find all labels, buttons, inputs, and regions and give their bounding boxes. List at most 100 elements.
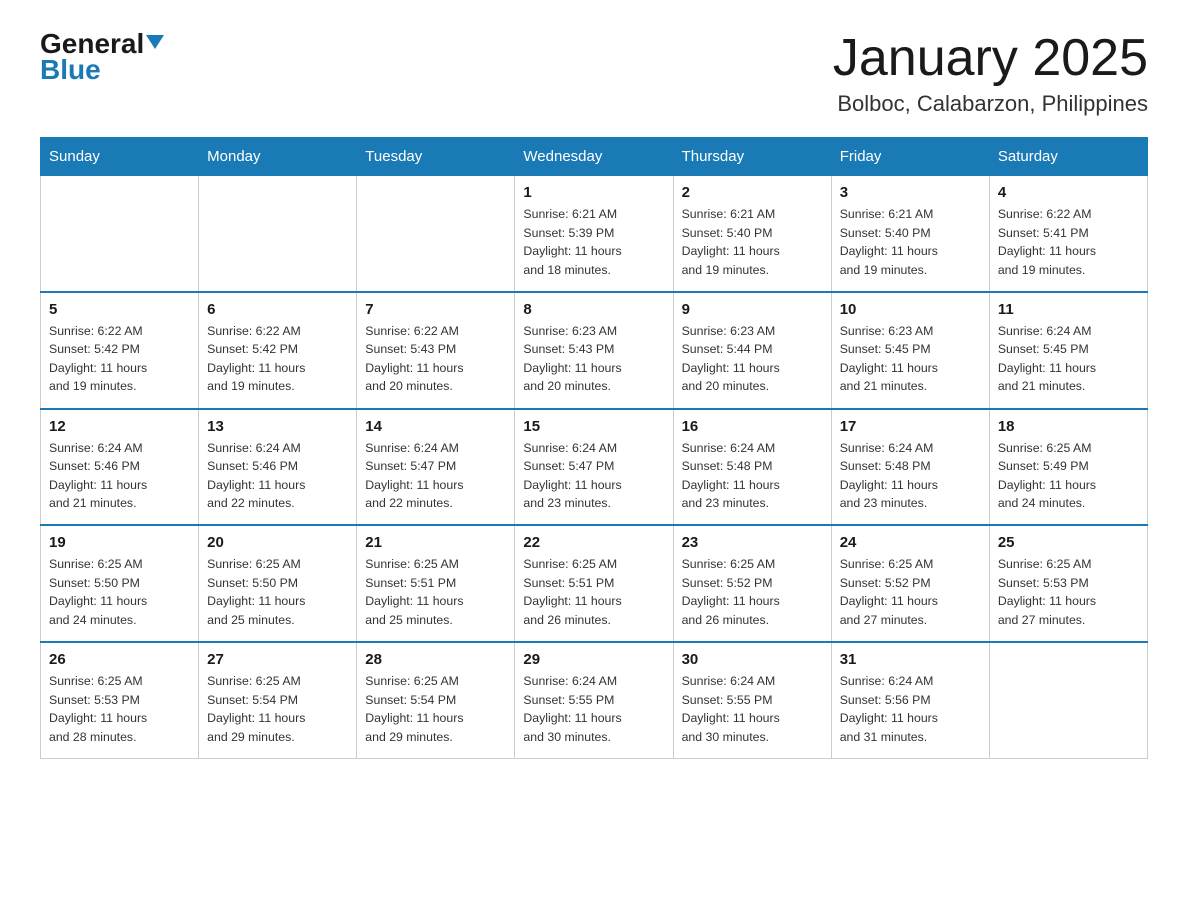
day-number: 15 <box>523 418 664 435</box>
day-number: 1 <box>523 184 664 201</box>
day-number: 29 <box>523 651 664 668</box>
day-info: Sunrise: 6:23 AMSunset: 5:43 PMDaylight:… <box>523 322 664 396</box>
calendar-week-row: 26Sunrise: 6:25 AMSunset: 5:53 PMDayligh… <box>41 642 1148 758</box>
day-info: Sunrise: 6:23 AMSunset: 5:45 PMDaylight:… <box>840 322 981 396</box>
calendar-table: SundayMondayTuesdayWednesdayThursdayFrid… <box>40 137 1148 759</box>
day-info: Sunrise: 6:25 AMSunset: 5:54 PMDaylight:… <box>207 672 348 746</box>
day-number: 14 <box>365 418 506 435</box>
day-number: 28 <box>365 651 506 668</box>
day-info: Sunrise: 6:22 AMSunset: 5:43 PMDaylight:… <box>365 322 506 396</box>
calendar-day-cell: 31 Sunrise: 6:24 AMSunset: 5:56 PMDayligh… <box>831 642 989 758</box>
calendar-day-cell: 27 Sunrise: 6:25 AMSunset: 5:54 PMDayligh… <box>199 642 357 758</box>
day-info: Sunrise: 6:23 AMSunset: 5:44 PMDaylight:… <box>682 322 823 396</box>
calendar-day-cell: 10 Sunrise: 6:23 AMSunset: 5:45 PMDayligh… <box>831 292 989 409</box>
day-number: 18 <box>998 418 1139 435</box>
calendar-day-cell: 7 Sunrise: 6:22 AMSunset: 5:43 PMDaylight… <box>357 292 515 409</box>
column-header-friday: Friday <box>831 138 989 176</box>
day-info: Sunrise: 6:25 AMSunset: 5:51 PMDaylight:… <box>523 555 664 629</box>
calendar-day-cell <box>989 642 1147 758</box>
calendar-day-cell: 29 Sunrise: 6:24 AMSunset: 5:55 PMDayligh… <box>515 642 673 758</box>
day-info: Sunrise: 6:25 AMSunset: 5:53 PMDaylight:… <box>998 555 1139 629</box>
day-info: Sunrise: 6:22 AMSunset: 5:41 PMDaylight:… <box>998 205 1139 279</box>
calendar-day-cell <box>41 176 199 292</box>
column-header-sunday: Sunday <box>41 138 199 176</box>
day-number: 12 <box>49 418 190 435</box>
calendar-day-cell: 13 Sunrise: 6:24 AMSunset: 5:46 PMDayligh… <box>199 409 357 526</box>
day-info: Sunrise: 6:22 AMSunset: 5:42 PMDaylight:… <box>49 322 190 396</box>
day-number: 7 <box>365 301 506 318</box>
day-number: 22 <box>523 534 664 551</box>
calendar-day-cell: 26Sunrise: 6:25 AMSunset: 5:53 PMDayligh… <box>41 642 199 758</box>
day-info: Sunrise: 6:24 AMSunset: 5:55 PMDaylight:… <box>523 672 664 746</box>
day-number: 20 <box>207 534 348 551</box>
day-number: 31 <box>840 651 981 668</box>
calendar-week-row: 5Sunrise: 6:22 AMSunset: 5:42 PMDaylight… <box>41 292 1148 409</box>
calendar-day-cell: 2Sunrise: 6:21 AMSunset: 5:40 PMDaylight… <box>673 176 831 292</box>
day-info: Sunrise: 6:21 AMSunset: 5:40 PMDaylight:… <box>840 205 981 279</box>
calendar-day-cell: 5Sunrise: 6:22 AMSunset: 5:42 PMDaylight… <box>41 292 199 409</box>
column-header-saturday: Saturday <box>989 138 1147 176</box>
calendar-day-cell: 24 Sunrise: 6:25 AMSunset: 5:52 PMDayligh… <box>831 525 989 642</box>
day-info: Sunrise: 6:24 AMSunset: 5:55 PMDaylight:… <box>682 672 823 746</box>
calendar-day-cell: 3 Sunrise: 6:21 AMSunset: 5:40 PMDaylight… <box>831 176 989 292</box>
calendar-day-cell: 17Sunrise: 6:24 AMSunset: 5:48 PMDayligh… <box>831 409 989 526</box>
day-info: Sunrise: 6:21 AMSunset: 5:40 PMDaylight:… <box>682 205 823 279</box>
day-number: 24 <box>840 534 981 551</box>
day-number: 21 <box>365 534 506 551</box>
day-number: 19 <box>49 534 190 551</box>
day-number: 11 <box>998 301 1139 318</box>
calendar-day-cell: 9Sunrise: 6:23 AMSunset: 5:44 PMDaylight… <box>673 292 831 409</box>
day-number: 30 <box>682 651 823 668</box>
calendar-day-cell <box>199 176 357 292</box>
day-info: Sunrise: 6:25 AMSunset: 5:50 PMDaylight:… <box>49 555 190 629</box>
month-title: January 2025 <box>833 30 1148 87</box>
day-info: Sunrise: 6:25 AMSunset: 5:50 PMDaylight:… <box>207 555 348 629</box>
day-number: 17 <box>840 418 981 435</box>
day-number: 25 <box>998 534 1139 551</box>
calendar-day-cell: 20 Sunrise: 6:25 AMSunset: 5:50 PMDayligh… <box>199 525 357 642</box>
calendar-day-cell <box>357 176 515 292</box>
calendar-day-cell: 25 Sunrise: 6:25 AMSunset: 5:53 PMDayligh… <box>989 525 1147 642</box>
day-info: Sunrise: 6:21 AMSunset: 5:39 PMDaylight:… <box>523 205 664 279</box>
calendar-week-row: 1 Sunrise: 6:21 AMSunset: 5:39 PMDaylight… <box>41 176 1148 292</box>
column-header-wednesday: Wednesday <box>515 138 673 176</box>
calendar-day-cell: 11 Sunrise: 6:24 AMSunset: 5:45 PMDayligh… <box>989 292 1147 409</box>
day-number: 10 <box>840 301 981 318</box>
calendar-day-cell: 28 Sunrise: 6:25 AMSunset: 5:54 PMDayligh… <box>357 642 515 758</box>
day-number: 4 <box>998 184 1139 201</box>
day-info: Sunrise: 6:25 AMSunset: 5:52 PMDaylight:… <box>840 555 981 629</box>
calendar-week-row: 19 Sunrise: 6:25 AMSunset: 5:50 PMDayligh… <box>41 525 1148 642</box>
calendar-header-row: SundayMondayTuesdayWednesdayThursdayFrid… <box>41 138 1148 176</box>
day-number: 27 <box>207 651 348 668</box>
day-info: Sunrise: 6:24 AMSunset: 5:46 PMDaylight:… <box>49 439 190 513</box>
calendar-day-cell: 12 Sunrise: 6:24 AMSunset: 5:46 PMDayligh… <box>41 409 199 526</box>
day-info: Sunrise: 6:24 AMSunset: 5:45 PMDaylight:… <box>998 322 1139 396</box>
day-info: Sunrise: 6:25 AMSunset: 5:49 PMDaylight:… <box>998 439 1139 513</box>
day-info: Sunrise: 6:24 AMSunset: 5:46 PMDaylight:… <box>207 439 348 513</box>
day-number: 26 <box>49 651 190 668</box>
page-header: General Blue January 2025 Bolboc, Calaba… <box>40 30 1148 117</box>
day-info: Sunrise: 6:25 AMSunset: 5:52 PMDaylight:… <box>682 555 823 629</box>
day-number: 13 <box>207 418 348 435</box>
calendar-day-cell: 30 Sunrise: 6:24 AMSunset: 5:55 PMDayligh… <box>673 642 831 758</box>
day-info: Sunrise: 6:25 AMSunset: 5:54 PMDaylight:… <box>365 672 506 746</box>
column-header-tuesday: Tuesday <box>357 138 515 176</box>
day-number: 16 <box>682 418 823 435</box>
calendar-day-cell: 15 Sunrise: 6:24 AMSunset: 5:47 PMDayligh… <box>515 409 673 526</box>
calendar-day-cell: 4 Sunrise: 6:22 AMSunset: 5:41 PMDaylight… <box>989 176 1147 292</box>
day-info: Sunrise: 6:24 AMSunset: 5:48 PMDaylight:… <box>682 439 823 513</box>
logo-blue-text: Blue <box>40 54 101 86</box>
day-info: Sunrise: 6:24 AMSunset: 5:56 PMDaylight:… <box>840 672 981 746</box>
column-header-thursday: Thursday <box>673 138 831 176</box>
day-number: 3 <box>840 184 981 201</box>
calendar-day-cell: 18 Sunrise: 6:25 AMSunset: 5:49 PMDayligh… <box>989 409 1147 526</box>
location-title: Bolboc, Calabarzon, Philippines <box>833 91 1148 117</box>
calendar-day-cell: 14 Sunrise: 6:24 AMSunset: 5:47 PMDayligh… <box>357 409 515 526</box>
calendar-day-cell: 22 Sunrise: 6:25 AMSunset: 5:51 PMDayligh… <box>515 525 673 642</box>
day-info: Sunrise: 6:24 AMSunset: 5:47 PMDaylight:… <box>365 439 506 513</box>
calendar-day-cell: 8Sunrise: 6:23 AMSunset: 5:43 PMDaylight… <box>515 292 673 409</box>
calendar-day-cell: 19 Sunrise: 6:25 AMSunset: 5:50 PMDayligh… <box>41 525 199 642</box>
day-info: Sunrise: 6:24 AMSunset: 5:47 PMDaylight:… <box>523 439 664 513</box>
day-number: 6 <box>207 301 348 318</box>
calendar-day-cell: 21Sunrise: 6:25 AMSunset: 5:51 PMDayligh… <box>357 525 515 642</box>
